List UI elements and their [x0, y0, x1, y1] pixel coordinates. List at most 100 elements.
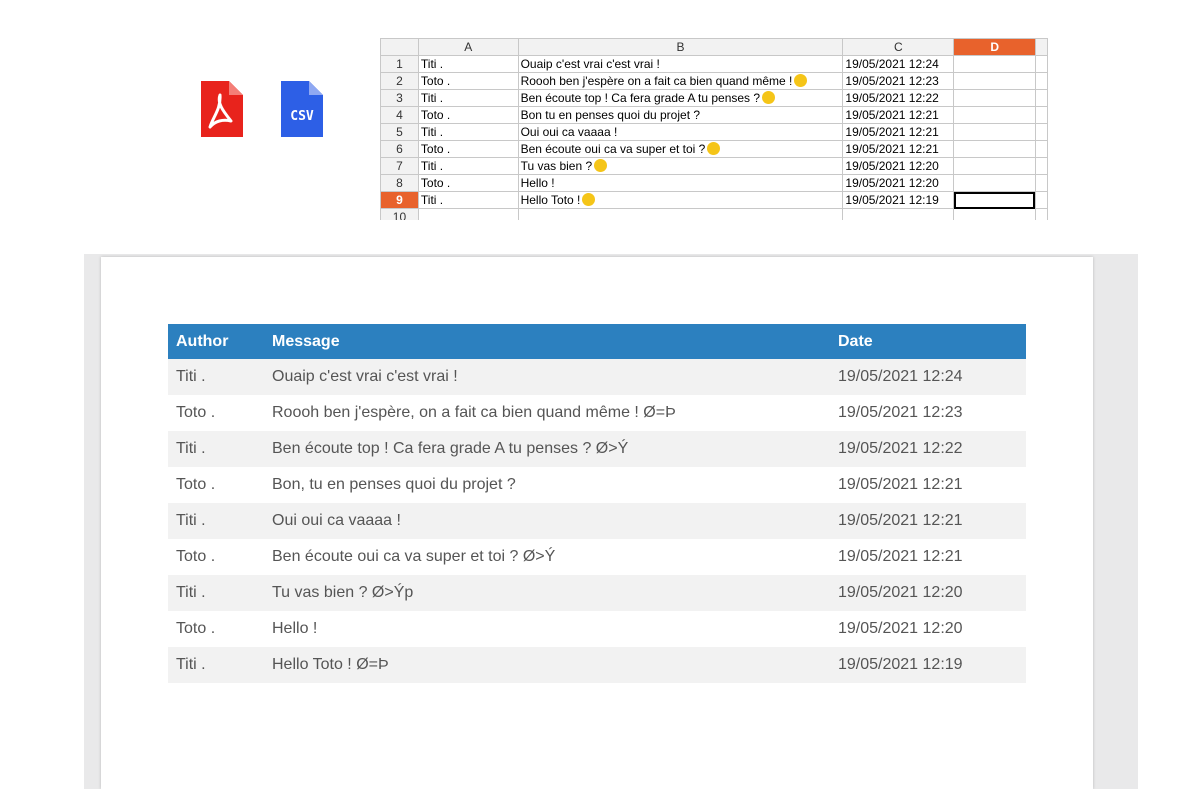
cell-b[interactable]: Ouaip c'est vrai c'est vrai ! — [517, 55, 844, 73]
pdf-file-icon[interactable] — [201, 81, 243, 137]
cell-d[interactable] — [953, 123, 1036, 141]
date-cell: 19/05/2021 12:21 — [830, 467, 1026, 503]
cell-e[interactable] — [1034, 191, 1048, 209]
cell-text: 19/05/2021 12:22 — [845, 91, 939, 105]
row-header[interactable]: 4 — [380, 106, 419, 124]
cell-a[interactable]: Toto . — [417, 72, 519, 90]
cell-text: Oui oui ca vaaaa ! — [520, 125, 618, 139]
cell-b[interactable]: Roooh ben j'espère on a fait ca bien qua… — [517, 72, 844, 90]
cell-text: Titi . — [420, 125, 444, 139]
messages-table: Author Message Date Titi . Ouaip c'est vr… — [168, 324, 1026, 683]
cell-e[interactable] — [1034, 72, 1048, 90]
cell-c[interactable]: 19/05/2021 12:20 — [842, 174, 955, 192]
cell-a[interactable]: Titi . — [417, 191, 519, 209]
cell-c[interactable]: 19/05/2021 12:21 — [842, 106, 955, 124]
cell-d[interactable] — [953, 72, 1036, 90]
cell-e[interactable] — [1034, 123, 1048, 141]
row-header[interactable]: 5 — [380, 123, 419, 141]
cell-d[interactable] — [953, 174, 1036, 192]
sheet-row: 5 Titi . Oui oui ca vaaaa ! 19/05/2021 12:2… — [380, 123, 1048, 141]
message-cell: Ben écoute oui ca va super et toi ? Ø>Ý — [264, 539, 830, 575]
cell-e[interactable] — [1034, 208, 1048, 220]
cell-text: Titi . — [420, 91, 444, 105]
sheet-row: 1 Titi . Ouaip c'est vrai c'est vrai ! 19/0… — [380, 55, 1048, 73]
emoji-icon — [762, 91, 776, 104]
cell-a[interactable]: Titi . — [417, 157, 519, 175]
cell-c[interactable]: 19/05/2021 12:24 — [842, 55, 955, 73]
cell-e[interactable] — [1034, 140, 1048, 158]
cell-a[interactable]: Toto . — [417, 174, 519, 192]
cell-d[interactable] — [953, 140, 1036, 158]
column-header-a[interactable]: A — [417, 38, 519, 56]
column-header-b[interactable]: B — [517, 38, 844, 56]
cell-e[interactable] — [1034, 174, 1048, 192]
row-header[interactable]: 7 — [380, 157, 419, 175]
cell-d[interactable] — [953, 191, 1036, 209]
message-header[interactable]: Message — [264, 324, 830, 359]
cell-text: Ben écoute top ! Ca fera grade A tu pens… — [520, 91, 761, 105]
sheet-row: 6 Toto . Ben écoute oui ca va super et toi… — [380, 140, 1048, 158]
author-header[interactable]: Author — [168, 324, 264, 359]
cell-d[interactable] — [953, 208, 1036, 220]
date-cell: 19/05/2021 12:21 — [830, 503, 1026, 539]
sheet-row: 4 Toto . Bon tu en penses quoi du projet ?… — [380, 106, 1048, 124]
cell-b[interactable] — [517, 208, 844, 220]
cell-b[interactable]: Hello ! — [517, 174, 844, 192]
table-row: Titi . Ben écoute top ! Ca fera grade A t… — [168, 431, 1026, 467]
row-header[interactable]: 6 — [380, 140, 419, 158]
cell-b[interactable]: Tu vas bien ? — [517, 157, 844, 175]
cell-d[interactable] — [953, 55, 1036, 73]
cell-e[interactable] — [1034, 89, 1048, 107]
cell-e[interactable] — [1034, 106, 1048, 124]
cell-d[interactable] — [953, 89, 1036, 107]
cell-e[interactable] — [1034, 55, 1048, 73]
emoji-icon — [794, 74, 808, 87]
column-header-c[interactable]: C — [842, 38, 955, 56]
spreadsheet: A B C D 1 Titi . Ouaip c'est vrai c'est vr… — [380, 38, 1048, 220]
cell-text: 19/05/2021 12:23 — [845, 74, 939, 88]
cell-c[interactable]: 19/05/2021 12:20 — [842, 157, 955, 175]
cell-text: Ouaip c'est vrai c'est vrai ! — [520, 57, 660, 71]
cell-text: Bon tu en penses quoi du projet ? — [520, 108, 701, 122]
cell-a[interactable]: Toto . — [417, 106, 519, 124]
message-cell: Ouaip c'est vrai c'est vrai ! — [264, 359, 830, 395]
corner-cell[interactable] — [380, 38, 419, 56]
cell-b[interactable]: Ben écoute top ! Ca fera grade A tu pens… — [517, 89, 844, 107]
cell-a[interactable] — [417, 208, 519, 220]
cell-b[interactable]: Oui oui ca vaaaa ! — [517, 123, 844, 141]
column-header-e[interactable] — [1034, 38, 1048, 56]
message-cell: Hello ! — [264, 611, 830, 647]
row-header[interactable]: 9 — [380, 191, 419, 209]
cell-c[interactable]: 19/05/2021 12:19 — [842, 191, 955, 209]
cell-b[interactable]: Hello Toto ! — [517, 191, 844, 209]
row-header[interactable]: 10 — [380, 208, 419, 220]
cell-c[interactable]: 19/05/2021 12:21 — [842, 140, 955, 158]
cell-b[interactable]: Ben écoute oui ca va super et toi ? — [517, 140, 844, 158]
row-header[interactable]: 3 — [380, 89, 419, 107]
row-header[interactable]: 2 — [380, 72, 419, 90]
cell-a[interactable]: Titi . — [417, 55, 519, 73]
cell-d[interactable] — [953, 157, 1036, 175]
cell-a[interactable]: Titi . — [417, 89, 519, 107]
column-header-d[interactable]: D — [953, 38, 1036, 56]
cell-a[interactable]: Titi . — [417, 123, 519, 141]
message-cell: Ben écoute top ! Ca fera grade A tu pens… — [264, 431, 830, 467]
cell-e[interactable] — [1034, 157, 1048, 175]
row-header[interactable]: 1 — [380, 55, 419, 73]
cell-d[interactable] — [953, 106, 1036, 124]
author-cell: Toto . — [168, 467, 264, 503]
date-header[interactable]: Date — [830, 324, 1026, 359]
cell-c[interactable] — [842, 208, 955, 220]
emoji-icon — [707, 142, 721, 155]
csv-icon-label: CSV — [290, 109, 314, 124]
table-row: Toto . Ben écoute oui ca va super et toi … — [168, 539, 1026, 575]
cell-b[interactable]: Bon tu en penses quoi du projet ? — [517, 106, 844, 124]
row-header[interactable]: 8 — [380, 174, 419, 192]
cell-c[interactable]: 19/05/2021 12:22 — [842, 89, 955, 107]
csv-file-icon[interactable]: CSV — [281, 81, 323, 137]
cell-c[interactable]: 19/05/2021 12:21 — [842, 123, 955, 141]
cell-a[interactable]: Toto . — [417, 140, 519, 158]
cell-c[interactable]: 19/05/2021 12:23 — [842, 72, 955, 90]
cell-text: Titi . — [420, 193, 444, 207]
cell-text: Toto . — [420, 108, 451, 122]
